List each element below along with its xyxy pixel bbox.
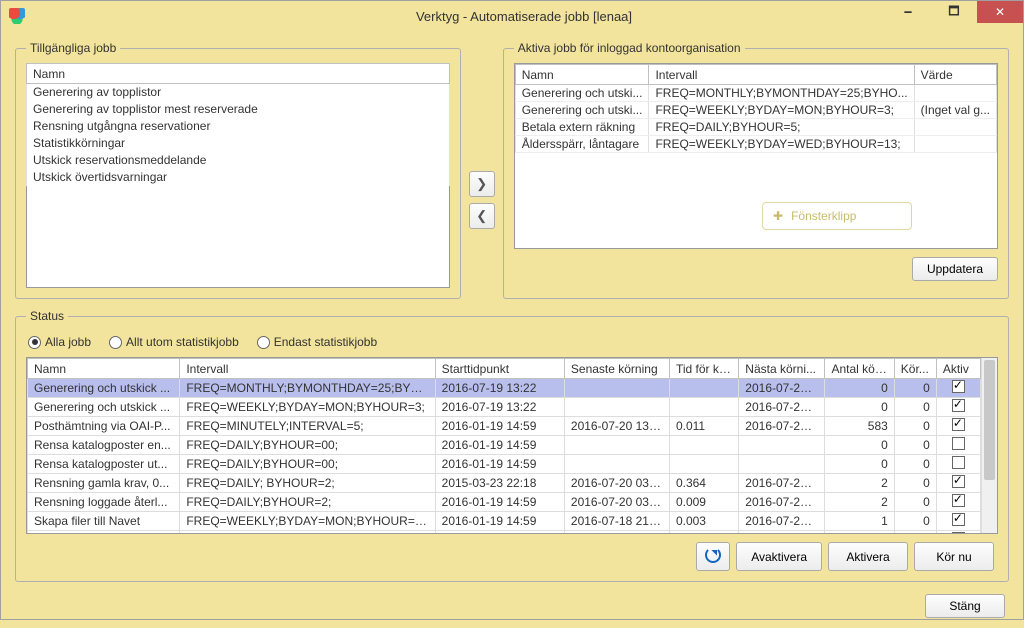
active-checkbox[interactable] [952,475,965,488]
table-row[interactable]: Rensning loggade återl...FREQ=DAILY;BYHO… [28,493,981,512]
status-col-active[interactable]: Aktiv [936,359,980,379]
available-col-name[interactable]: Namn [27,64,450,84]
status-group: Status Alla jobb Allt utom statistikjobb… [15,309,1009,582]
active-checkbox[interactable] [952,418,965,431]
radio-all[interactable]: Alla jobb [28,335,91,349]
status-table[interactable]: Namn Intervall Starttidpunkt Senaste kör… [27,358,981,533]
active-col-interval[interactable]: Intervall [649,65,914,85]
radio-except-stat[interactable]: Allt utom statistikjobb [109,335,239,349]
table-row[interactable]: Generering och utskick ...FREQ=WEEKLY;BY… [28,398,981,417]
move-right-button[interactable]: ❯ [469,171,495,197]
active-jobs-legend: Aktiva jobb för inloggad kontoorganisati… [514,41,745,55]
status-scrollbar[interactable] [981,358,997,533]
table-row[interactable]: SökförslagFREQ=MINUTELY;INTERVAL=5;2016-… [28,531,981,534]
list-item[interactable]: Generering av topplistor [27,84,450,101]
status-col-start[interactable]: Starttidpunkt [435,359,564,379]
radio-only-stat[interactable]: Endast statistikjobb [257,335,377,349]
active-col-value[interactable]: Värde [914,65,996,85]
active-checkbox[interactable] [952,437,965,450]
list-item[interactable]: Rensning utgångna reservationer [27,118,450,135]
active-jobs-group: Aktiva jobb för inloggad kontoorganisati… [503,41,1009,299]
move-left-button[interactable]: ❮ [469,203,495,229]
table-row[interactable]: Generering och utski...FREQ=MONTHLY;BYMO… [515,85,996,102]
list-item[interactable]: Statistikkörningar [27,135,450,152]
titlebar: Verktyg - Automatiserade jobb [lenaa] 🗕 … [1,1,1023,31]
status-col-count[interactable]: Antal kör... [825,359,894,379]
status-filter-radios: Alla jobb Allt utom statistikjobb Endast… [26,331,998,357]
active-checkbox[interactable] [952,456,965,469]
status-col-time[interactable]: Tid för kö... [669,359,738,379]
status-col-name[interactable]: Namn [28,359,180,379]
active-checkbox[interactable] [952,532,965,533]
minimize-button[interactable]: 🗕 [885,1,931,23]
available-jobs-group: Tillgängliga jobb Namn Generering av top… [15,41,461,299]
list-item[interactable]: Utskick övertidsvarningar [27,169,450,186]
refresh-button[interactable] [696,542,730,571]
available-jobs-table[interactable]: Namn Generering av topplistorGenerering … [26,63,450,288]
active-jobs-table[interactable]: Namn Intervall Värde Generering och utsk… [515,64,997,153]
table-row[interactable]: Skapa filer till NavetFREQ=WEEKLY;BYDAY=… [28,512,981,531]
refresh-icon [705,547,721,563]
deactivate-button[interactable]: Avaktivera [736,542,822,571]
active-checkbox[interactable] [952,513,965,526]
run-now-button[interactable]: Kör nu [914,542,994,571]
status-legend: Status [26,309,68,323]
app-icon [9,8,25,24]
status-col-interval[interactable]: Intervall [180,359,435,379]
available-jobs-legend: Tillgängliga jobb [26,41,120,55]
table-row[interactable]: Rensa katalogposter en...FREQ=DAILY;BYHO… [28,436,981,455]
window-title: Verktyg - Automatiserade jobb [lenaa] [25,9,1023,24]
table-row[interactable]: Betala extern räkningFREQ=DAILY;BYHOUR=5… [515,119,996,136]
active-col-name[interactable]: Namn [515,65,649,85]
status-col-runs[interactable]: Kör... [894,359,936,379]
table-row[interactable]: Generering och utskick ...FREQ=MONTHLY;B… [28,379,981,398]
list-item[interactable]: Utskick reservationsmeddelande [27,152,450,169]
snip-hint: ✚Fönsterklipp [762,202,912,230]
table-row[interactable]: Posthämtning via OAI-P...FREQ=MINUTELY;I… [28,417,981,436]
table-row[interactable]: Åldersspärr, låntagareFREQ=WEEKLY;BYDAY=… [515,136,996,153]
active-checkbox[interactable] [952,399,965,412]
update-button[interactable]: Uppdatera [912,257,998,281]
activate-button[interactable]: Aktivera [828,542,908,571]
active-jobs-table-wrap: Namn Intervall Värde Generering och utsk… [514,63,998,249]
status-col-last[interactable]: Senaste körning [564,359,669,379]
active-checkbox[interactable] [952,380,965,393]
list-item[interactable]: Generering av topplistor mest reserverad… [27,101,450,118]
close-window-button[interactable]: ✕ [977,1,1023,23]
close-button[interactable]: Stäng [925,594,1005,618]
table-row[interactable]: Generering och utski...FREQ=WEEKLY;BYDAY… [515,102,996,119]
table-row[interactable]: Rensning gamla krav, 0...FREQ=DAILY; BYH… [28,474,981,493]
maximize-button[interactable]: 🗖 [931,1,977,23]
status-col-next[interactable]: Nästa körni... [739,359,825,379]
table-row[interactable]: Rensa katalogposter ut...FREQ=DAILY;BYHO… [28,455,981,474]
active-checkbox[interactable] [952,494,965,507]
